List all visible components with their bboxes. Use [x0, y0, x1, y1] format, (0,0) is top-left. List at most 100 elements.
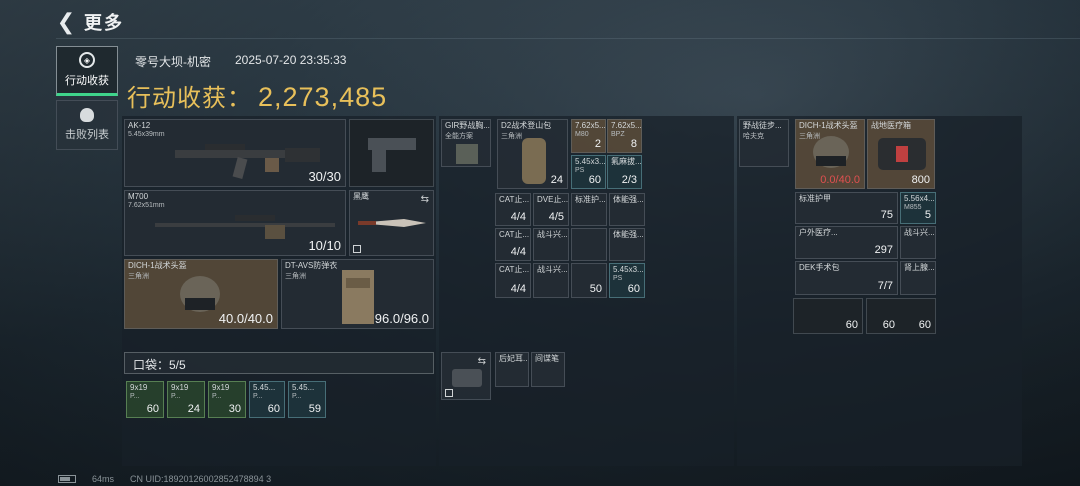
- item-count: 297: [874, 244, 893, 256]
- armor-plate-item[interactable]: 50: [571, 263, 607, 298]
- item-count: 5: [924, 209, 931, 221]
- item-name: 战斗兴...: [537, 265, 568, 274]
- consumable-item[interactable]: 战斗兴...: [900, 226, 936, 259]
- secure-case-slot[interactable]: ⇆: [441, 352, 491, 400]
- secure-case-icon: [452, 369, 482, 387]
- item-count: 50: [589, 283, 602, 295]
- right-rig-slot[interactable]: 野战徒步... 哈夫克: [739, 119, 789, 167]
- match-info: 零号大坝-机密 2025-07-20 23:35:33: [135, 53, 346, 70]
- item-name: 9x19: [130, 383, 148, 392]
- item-name: 7.62x5...: [611, 121, 642, 130]
- medkit-slot[interactable]: 战地医疗箱 800: [867, 119, 935, 189]
- consumable-item[interactable]: 体能强...: [609, 193, 645, 226]
- consumable-item[interactable]: CAT止... 4/4: [495, 228, 531, 261]
- item-sub: M80: [575, 131, 589, 138]
- ammo-item[interactable]: 5.45x3... PS 60: [571, 155, 606, 189]
- item-name: 9x19: [171, 383, 189, 392]
- back-chevron-icon[interactable]: ❮: [56, 9, 76, 34]
- map-name: 零号大坝-机密: [135, 55, 211, 69]
- harvest-summary: 行动收获： 2,273,485: [127, 78, 387, 113]
- consumable-item[interactable]: CAT止... 4/4: [495, 193, 531, 226]
- consumable-item[interactable]: 肾上腺...: [900, 261, 936, 295]
- item-count: 60: [627, 283, 640, 295]
- consumable-item[interactable]: 战斗兴...: [533, 228, 569, 261]
- item-group[interactable]: 60 60: [866, 298, 936, 334]
- pocket-header: 口袋：5/5: [124, 352, 434, 374]
- item-count: 60: [588, 174, 601, 186]
- rifle-icon: [175, 144, 320, 179]
- item-name: 5.45...: [253, 383, 276, 392]
- helmet-sub: 三角洲: [128, 273, 149, 280]
- helmet-name: DICH-1战术头盔: [128, 261, 187, 270]
- consumable-item[interactable]: 氟麻拔... 2/3: [607, 155, 642, 189]
- item-sub: P...: [212, 393, 222, 400]
- item-name: 后妃耳...: [499, 354, 529, 363]
- tab-label: 击败列表: [65, 129, 109, 141]
- item-group[interactable]: 60: [793, 298, 863, 334]
- item-count: 4/4: [510, 246, 526, 258]
- item-count: 24: [550, 174, 563, 186]
- swap-icon: ⇆: [477, 356, 486, 367]
- pocket-item[interactable]: 5.45... P... 60: [249, 381, 285, 418]
- weapon-caliber: 5.45x39mm: [128, 131, 165, 138]
- helmet-slot[interactable]: DICH-1战术头盔 三角洲 40.0/40.0: [124, 259, 278, 329]
- helmet-icon: [180, 276, 220, 312]
- outdoor-kit-item[interactable]: 户外医疗... 297: [795, 226, 898, 259]
- ammo-item[interactable]: 7.62x5... BPZ 8: [607, 119, 642, 153]
- pocket-item[interactable]: 9x19 P... 30: [208, 381, 246, 418]
- ammo-item[interactable]: 7.62x5... M80 2: [571, 119, 606, 153]
- skull-icon: [80, 108, 94, 122]
- item-name: DEK手术包: [799, 263, 840, 272]
- surgery-kit-item[interactable]: DEK手术包 7/7: [795, 261, 898, 295]
- item-name: CAT止...: [499, 195, 530, 204]
- item-sub: BPZ: [611, 131, 625, 138]
- item-count: 7/7: [877, 280, 893, 292]
- tab-kill-list[interactable]: 击败列表: [56, 100, 118, 150]
- harvest-value: 2,273,485: [258, 82, 388, 112]
- battery-icon: [58, 475, 76, 483]
- right-helmet-slot[interactable]: DICH-1战术头盔 三角洲 0.0/40.0: [795, 119, 865, 189]
- consumable-item[interactable]: 战斗兴...: [533, 263, 569, 298]
- vest-name: DT-AVS防弹衣: [285, 261, 338, 270]
- valuable-item[interactable]: 间谍笔: [531, 352, 565, 387]
- chest-rig-slot[interactable]: GIR野战胸... 全能方案: [441, 119, 491, 167]
- item-name: CAT止...: [499, 230, 530, 239]
- ammo-item[interactable]: 5.45x3... PS 60: [609, 263, 645, 298]
- melee-slot[interactable]: 黑鹰 ⇆: [349, 190, 434, 256]
- ammo-item[interactable]: 5.56x4... M855 5: [900, 192, 936, 224]
- item-name: 体能强...: [613, 230, 644, 239]
- helmet-name: DICH-1战术头盔: [799, 121, 858, 130]
- item-count: 75: [880, 209, 893, 221]
- rig-name: GIR野战胸...: [445, 121, 490, 130]
- consumable-item[interactable]: DVE止... 4/5: [533, 193, 569, 226]
- item-name: 7.62x5...: [575, 121, 606, 130]
- item-sub: P...: [130, 393, 140, 400]
- armor-plate-item[interactable]: [571, 228, 607, 261]
- melee-name: 黑鹰: [353, 192, 369, 201]
- secondary-weapon-slot[interactable]: M700 7.62x51mm 10/10: [124, 190, 346, 256]
- match-datetime: 2025-07-20 23:35:33: [235, 53, 347, 67]
- tab-action-harvest[interactable]: ◈ 行动收获: [56, 46, 118, 96]
- pocket-item[interactable]: 9x19 P... 24: [167, 381, 205, 418]
- armor-plate-item[interactable]: 标准护...: [571, 193, 607, 226]
- pocket-item[interactable]: 9x19 P... 60: [126, 381, 164, 418]
- primary-weapon-slot[interactable]: AK-12 5.45x39mm 30/30: [124, 119, 346, 187]
- item-name: 肾上腺...: [904, 263, 935, 272]
- pistol-slot-empty[interactable]: [349, 119, 434, 187]
- consumable-item[interactable]: 体能强...: [609, 228, 645, 261]
- pocket-item[interactable]: 5.45... P... 59: [288, 381, 326, 418]
- vest-sub: 三角洲: [285, 273, 306, 280]
- durability: 40.0/40.0: [218, 311, 273, 326]
- helmet-icon: [813, 136, 849, 168]
- armor-plate-item[interactable]: 标准护甲 75: [795, 192, 898, 224]
- item-name: 体能强...: [613, 195, 644, 204]
- valuable-item[interactable]: 后妃耳...: [495, 352, 529, 387]
- item-name: 战斗兴...: [904, 228, 935, 237]
- vest-slot[interactable]: DT-AVS防弹衣 三角洲 96.0/96.0: [281, 259, 434, 329]
- item-count: 60: [267, 403, 280, 415]
- consumable-item[interactable]: CAT止... 4/4: [495, 263, 531, 298]
- backpack-slot[interactable]: D2战术登山包 三角洲 24: [497, 119, 568, 189]
- rig-sub: 全能方案: [445, 133, 473, 140]
- vest-icon: [342, 270, 374, 324]
- item-count: 60: [845, 319, 858, 331]
